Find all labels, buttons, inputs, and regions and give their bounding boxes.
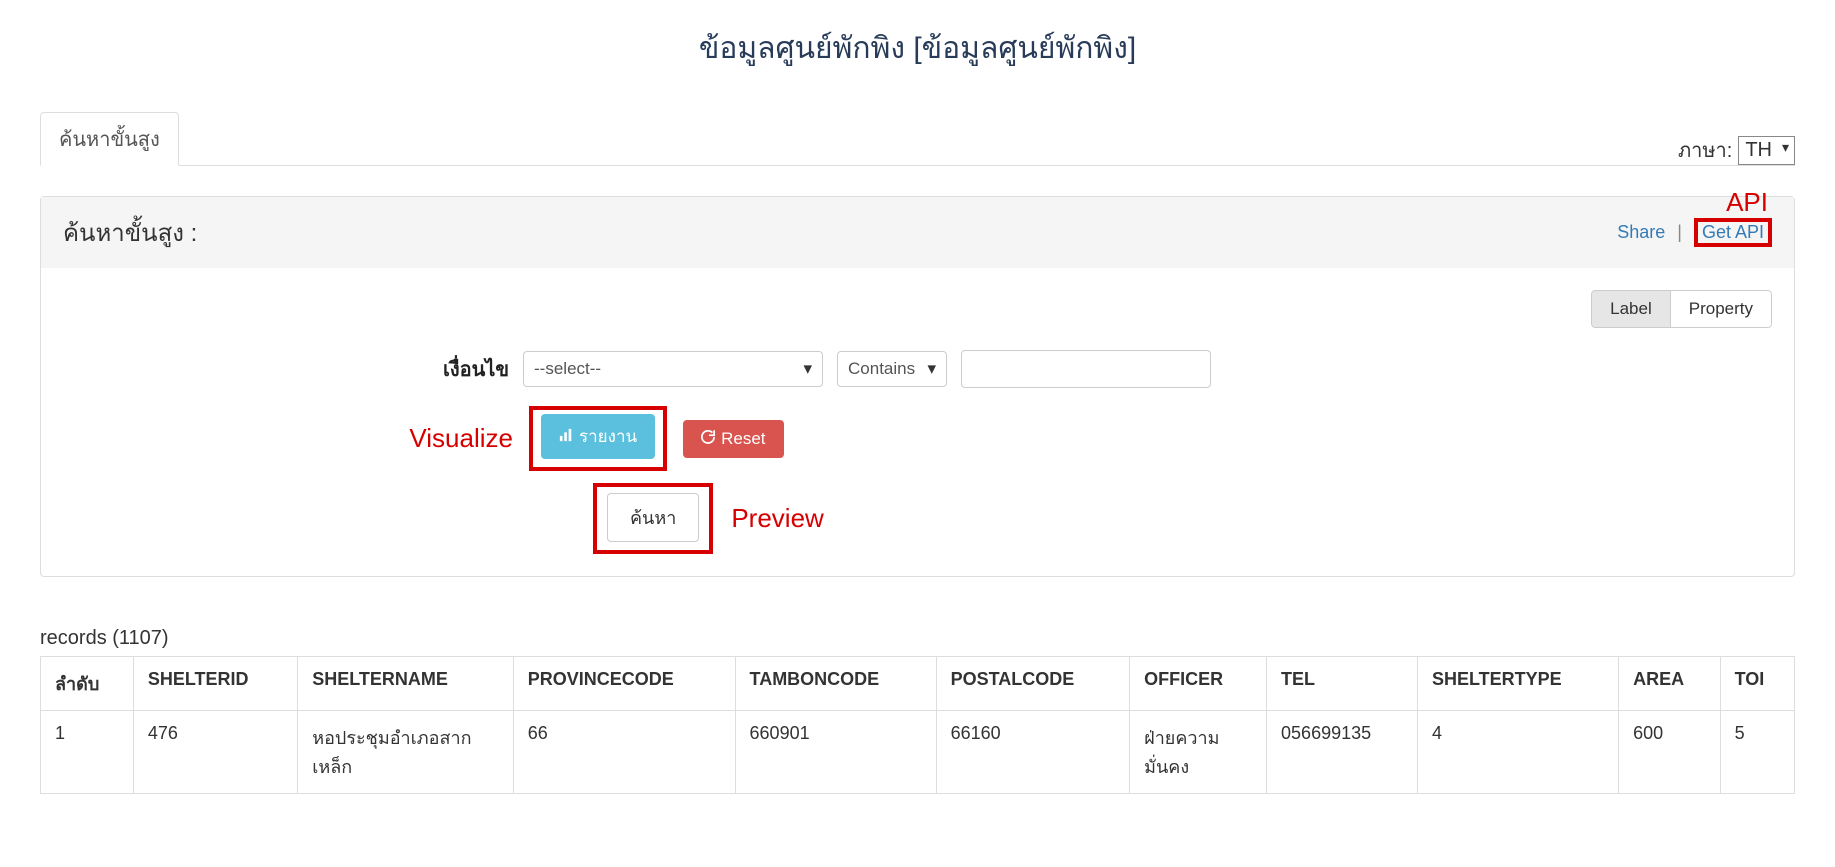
cell-tamboncode: 660901 [735,711,936,794]
bar-chart-icon [559,427,573,447]
cell-sheltertype: 4 [1418,711,1619,794]
value-input[interactable] [961,350,1211,388]
link-divider: | [1677,222,1682,243]
cell-postalcode: 66160 [936,711,1130,794]
col-tamboncode[interactable]: TAMBONCODE [735,657,936,711]
report-button-label: รายงาน [579,423,637,450]
col-sheltertype[interactable]: SHELTERTYPE [1418,657,1619,711]
condition-label: เงื่อนไข [443,353,509,385]
share-link[interactable]: Share [1617,222,1665,243]
visualize-annotation: Visualize [348,423,513,454]
reset-button[interactable]: Reset [683,420,783,458]
search-button[interactable]: ค้นหา [607,493,699,542]
cell-index: 1 [41,711,134,794]
col-index[interactable]: ลำดับ [41,657,134,711]
col-postalcode[interactable]: POSTALCODE [936,657,1130,711]
language-select[interactable]: TH [1738,136,1795,165]
field-select[interactable]: --select-- [523,351,823,387]
cell-provincecode: 66 [513,711,735,794]
panel-title: ค้นหาขั้นสูง : [63,213,197,252]
page-title: ข้อมูลศูนย์พักพิง [ข้อมูลศูนย์พักพิง] [0,25,1835,72]
search-panel: ค้นหาขั้นสูง : Share | API Get API Label… [40,196,1795,577]
cell-officer: ฝ่ายความมั่นคง [1130,711,1267,794]
col-toi[interactable]: TOI [1720,657,1794,711]
refresh-icon [701,429,715,449]
toggle-property-button[interactable]: Property [1671,290,1772,328]
language-label: ภาษา: [1678,134,1732,166]
col-sheltername[interactable]: SHELTERNAME [298,657,513,711]
toggle-label-button[interactable]: Label [1591,290,1671,328]
col-provincecode[interactable]: PROVINCECODE [513,657,735,711]
col-area[interactable]: AREA [1619,657,1720,711]
cell-area: 600 [1619,711,1720,794]
records-count: records (1107) [40,627,1795,650]
api-annotation: API [1726,187,1768,218]
col-shelterid[interactable]: SHELTERID [133,657,297,711]
col-tel[interactable]: TEL [1267,657,1418,711]
report-button[interactable]: รายงาน [541,414,655,459]
label-property-toggle: Label Property [1591,290,1772,328]
results-table: ลำดับ SHELTERID SHELTERNAME PROVINCECODE… [40,656,1795,794]
cell-sheltername: หอประชุมอำเภอสากเหล็ก [298,711,513,794]
get-api-link[interactable]: Get API [1702,222,1764,242]
cell-toi: 5 [1720,711,1794,794]
tab-advanced-search[interactable]: ค้นหาขั้นสูง [40,112,179,166]
reset-button-label: Reset [721,429,765,449]
cell-shelterid: 476 [133,711,297,794]
preview-annotation: Preview [731,503,823,534]
operator-select[interactable]: Contains [837,351,947,387]
table-row: 1 476 หอประชุมอำเภอสากเหล็ก 66 660901 66… [41,711,1795,794]
col-officer[interactable]: OFFICER [1130,657,1267,711]
cell-tel: 056699135 [1267,711,1418,794]
